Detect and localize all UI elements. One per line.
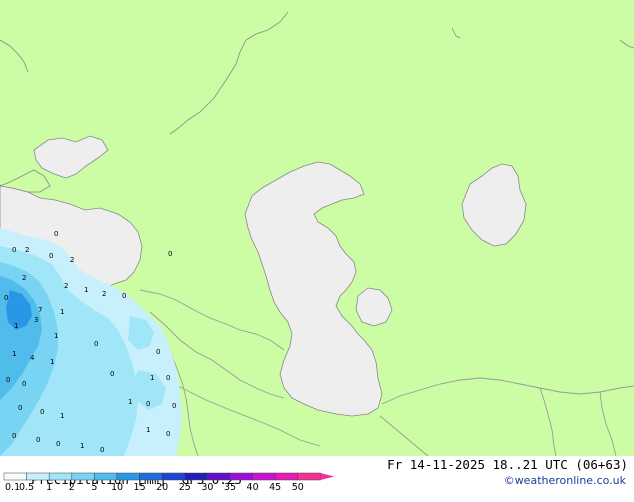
legend-swatch [161,472,186,481]
precip-value-label: 0 [168,250,172,258]
legend-tick-label: 5 [91,482,97,492]
precip-value-label: 4 [30,354,35,362]
color-legend: 0.10.5 1 2 5 10 15 20 25 30 35 40 45 50 [3,472,335,492]
precip-value-label: 2 [22,274,26,282]
legend-tick-label: 15 [134,482,146,492]
precip-value-label: 0 [22,380,26,388]
precip-value-label: 1 [54,332,58,340]
precip-value-label: 1 [146,426,150,434]
precip-value-label: 0 [56,440,60,448]
precip-value-label: 0 [54,230,58,238]
legend-tick-label: 1 [46,482,52,492]
precip-value-label: 2 [102,290,106,298]
legend-tick-label: 20 [156,482,168,492]
precip-value-label: 1 [12,350,16,358]
precip-value-label: 0 [122,292,126,300]
precip-value-label: 0 [156,348,160,356]
precipitation-map: 0 2 0 2 2 2 1 2 0 0 7 1 1 3 1 0 1 4 1 0 0 1 0 0 0 1 0 0 0 0 1 1 0 0 0 0 1 0 0 0 [0,0,634,456]
precip-value-label: 1 [14,322,18,330]
precip-value-label: 0 [166,374,170,382]
precip-value-label: 2 [64,282,68,290]
precip-value-label: 0 [94,340,98,348]
precip-value-label: 1 [60,412,64,420]
legend-tick-label: 35 [224,482,236,492]
precip-value-label: 1 [60,308,64,316]
precip-value-label: 2 [70,256,74,264]
legend-swatch [116,472,140,481]
legend-tick-label: 0.5 [19,482,34,492]
legend-swatch [71,472,95,481]
legend-swatch [48,472,73,481]
site-credit[interactable]: ©weatheronline.co.uk [504,474,626,487]
legend-tick-label: 25 [179,482,191,492]
legend-swatch [26,472,50,481]
precip-value-label: 1 [128,398,132,406]
legend-swatch [184,472,208,481]
precip-value-label: 0 [49,252,53,260]
precip-value-label: 2 [25,246,29,254]
precip-value-label: 0 [172,402,176,410]
precip-value-label: 0 [6,376,10,384]
legend-swatch [274,472,299,481]
precip-value-label: 1 [50,358,54,366]
legend-swatch [207,472,231,481]
precip-value-label: 0 [40,408,44,416]
precip-value-label: 0 [100,446,104,454]
legend-swatch [252,472,276,481]
legend-tick-label: 50 [292,482,304,492]
precip-value-label: 0 [110,370,114,378]
legend-swatch [229,472,253,481]
precip-value-label: 0 [4,294,8,302]
precip-value-label: 0 [146,400,150,408]
precip-value-label: 3 [34,316,38,324]
legend-overflow-arrow [320,473,335,480]
legend-swatch [94,472,118,481]
legend-swatch [297,472,321,481]
legend-swatch [3,472,27,481]
legend-tick-label: 40 [247,482,259,492]
legend-swatch [139,472,163,481]
precip-value-label: 0 [166,430,170,438]
weather-map-view: 0202221200711310141001000100001100001000… [0,0,634,492]
valid-time-label: Fr 14-11-2025 18..21 UTC (06+63) [387,457,628,472]
precip-value-label: 0 [12,432,16,440]
legend-tick-label: 45 [269,482,281,492]
precip-value-label: 0 [36,436,40,444]
precip-value-label: 1 [150,374,154,382]
precip-value-label: 7 [38,306,42,314]
legend-tick-label: 10 [111,482,123,492]
legend-tick-label: 0.1 [5,482,20,492]
precip-value-label: 1 [84,286,88,294]
legend-tick-label: 30 [201,482,213,492]
precip-value-label: 1 [80,442,84,450]
legend-tick-label: 2 [69,482,75,492]
precip-value-label: 0 [18,404,22,412]
precip-value-label: 0 [12,246,16,254]
